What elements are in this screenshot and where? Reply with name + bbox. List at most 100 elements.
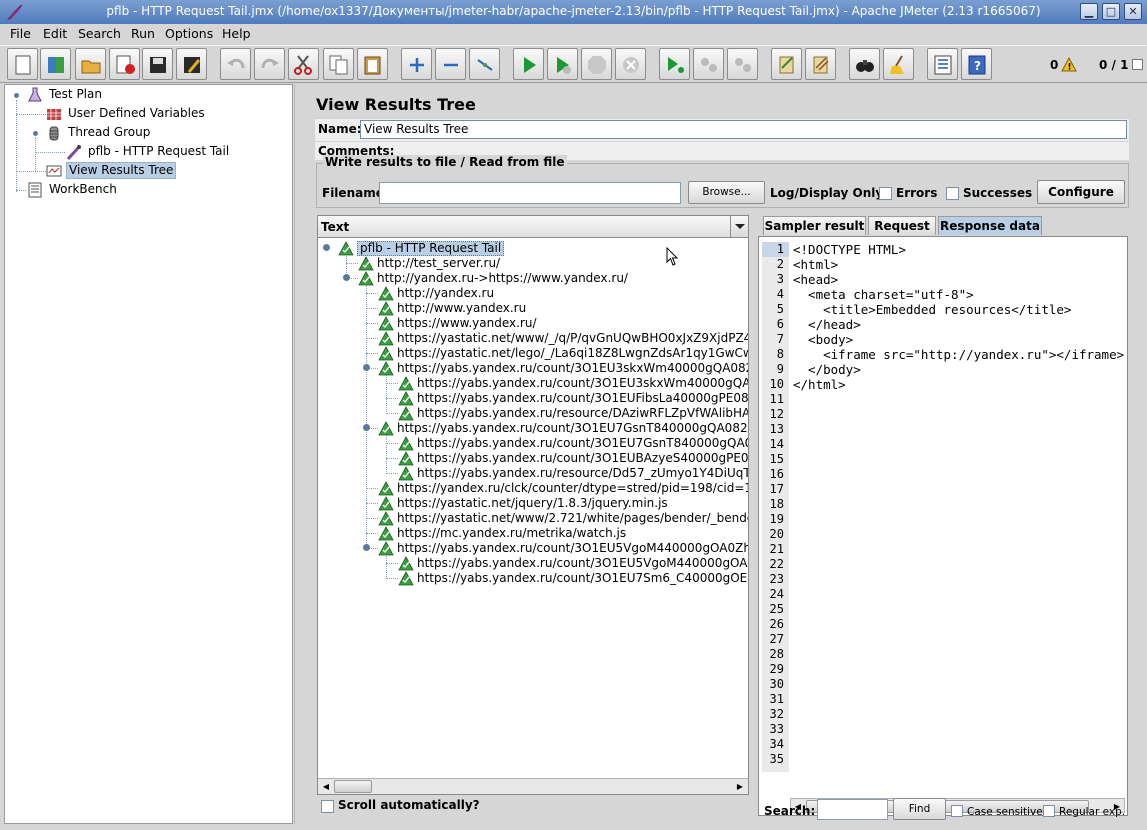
help-icon: ? [968,55,986,75]
expand-icon [410,58,424,72]
start-no-pauses-button[interactable] [547,48,578,80]
filename-field[interactable] [379,182,681,204]
chevron-down-icon[interactable] [730,216,748,237]
expand-toggle-icon[interactable] [343,274,350,281]
save-as-button[interactable] [176,48,207,80]
line-number: 15 [769,452,784,466]
response-line: <iframe src="http://yandex.ru"></iframe> [793,347,1125,362]
menu-help[interactable]: Help [222,26,251,41]
scrollbar-thumb[interactable] [334,780,372,793]
start-button[interactable] [513,48,544,80]
success-triangle-icon [378,496,394,511]
line-number: 13 [769,422,784,436]
templates-button[interactable] [40,48,71,80]
toolbar: ? 0 ! 0 / 1 [0,45,1147,83]
scroll-automatically-checkbox[interactable] [321,800,334,813]
success-triangle-icon [398,466,414,481]
search-button[interactable] [849,48,880,80]
name-field[interactable]: View Results Tree [360,120,1127,139]
results-splitter[interactable] [751,215,757,816]
mouse-cursor-icon [666,247,679,266]
response-line: <body> [793,332,854,347]
maximize-button[interactable]: □ [1102,3,1120,20]
line-number: 11 [769,392,784,406]
function-helper-button[interactable] [927,48,958,80]
expand-toggle-icon[interactable] [363,544,370,551]
regex-label: Regular exp. [1059,806,1126,818]
renderer-select[interactable]: Text [318,216,748,238]
warning-icon[interactable]: ! [1061,57,1077,72]
current-line-highlight [762,242,789,257]
successes-checkbox[interactable] [946,187,959,200]
stop-button[interactable] [581,48,612,80]
open-button[interactable] [75,48,106,80]
help-button[interactable]: ? [961,48,992,80]
configure-button[interactable]: Configure [1037,180,1125,204]
scroll-left-icon[interactable]: ◀ [319,779,333,794]
shutdown-button[interactable] [615,48,646,80]
start-no-pauses-icon [557,57,571,74]
flask-icon [28,87,42,102]
shutdown-icon [623,57,639,73]
success-triangle-icon [398,376,414,391]
success-triangle-icon [398,571,414,586]
collapse-all-button[interactable] [435,48,466,80]
response-line: <meta charset="utf-8"> [793,287,974,302]
errors-checkbox[interactable] [879,187,892,200]
reset-search-button[interactable] [883,48,914,80]
pane-splitter[interactable] [294,84,304,824]
menu-search[interactable]: Search [78,26,121,41]
start-icon [524,57,536,73]
remote-shutdown-button[interactable] [727,48,758,80]
redo-button[interactable] [254,48,285,80]
menu-edit[interactable]: Edit [43,26,67,41]
undo-button[interactable] [220,48,251,80]
expand-toggle-icon[interactable] [363,364,370,371]
new-button[interactable] [7,48,38,80]
tab-response-data[interactable]: Response data [938,216,1042,235]
clear-button[interactable] [771,48,802,80]
view-results-tree-panel: View Results Tree Name: View Results Tre… [305,84,1143,824]
copy-button[interactable] [323,48,354,80]
minimize-button[interactable]: ▁ [1080,3,1098,20]
reset-search-icon [890,55,904,74]
line-number: 14 [769,437,784,451]
search-row: Search: Find Case sensitive Regular exp. [759,795,1129,825]
scroll-right-icon[interactable]: ▶ [733,779,747,794]
collapse-toggle-icon[interactable] [12,91,21,100]
results-horizontal-scrollbar[interactable]: ◀ ▶ [318,778,748,794]
success-triangle-icon [378,526,394,541]
menu-file[interactable]: File [10,26,31,41]
line-number: 6 [776,317,784,331]
expand-toggle-icon[interactable] [323,244,330,251]
clear-all-button[interactable] [805,48,836,80]
paste-icon [364,56,381,75]
tab-sampler-result[interactable]: Sampler result [763,216,866,235]
menu-run[interactable]: Run [131,26,155,41]
clear-icon [779,56,794,74]
save-button[interactable] [142,48,173,80]
remote-stop-button[interactable] [693,48,724,80]
search-input[interactable] [817,799,888,820]
expand-all-button[interactable] [401,48,432,80]
expand-toggle-icon[interactable] [363,424,370,431]
remote-start-button[interactable] [659,48,690,80]
find-button[interactable]: Find [893,798,946,820]
tab-request[interactable]: Request [868,216,936,235]
case-sensitive-checkbox[interactable] [951,805,963,817]
browse-button[interactable]: Browse... [688,181,765,204]
save-as-icon [184,57,201,73]
paste-button[interactable] [357,48,388,80]
line-number: 24 [769,587,784,601]
cut-button[interactable] [288,48,319,80]
toggle-button[interactable] [469,48,500,80]
clear-all-icon [813,56,829,74]
menu-options[interactable]: Options [165,26,213,41]
collapse-toggle-icon[interactable] [31,129,40,138]
line-number: 19 [769,512,784,526]
response-line: <head> [793,272,839,287]
regex-checkbox[interactable] [1043,805,1055,817]
close-button[interactable]: ✕ [1124,3,1142,20]
close-file-button[interactable] [109,48,140,80]
line-number: 9 [776,362,784,376]
